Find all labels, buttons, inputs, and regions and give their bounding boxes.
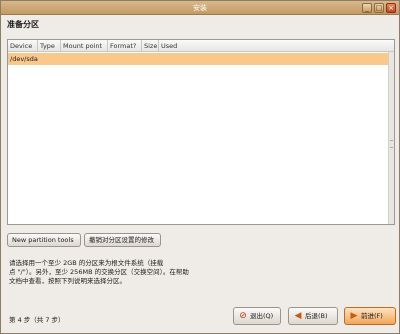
column-header-format[interactable]: Format? [108, 40, 142, 52]
maximize-button[interactable]: □ [374, 3, 384, 13]
arrow-right-icon: ▶ [350, 311, 358, 321]
arrow-left-icon: ◀ [294, 311, 302, 321]
stop-icon: ⊘ [239, 311, 247, 321]
device-cell: /dev/sda [10, 55, 38, 63]
help-line: 请选择用一个至少 2GB 的分区来为根文件系统（挂载 [9, 259, 164, 267]
minimize-button[interactable]: _ [362, 3, 372, 13]
title-bar[interactable]: 安装 _ □ × [1, 1, 399, 15]
window-controls: _ □ × [362, 3, 396, 13]
column-header-mount-point[interactable]: Mount point [61, 40, 108, 52]
forward-label: 前进(F) [361, 312, 383, 320]
table-header: Device Type Mount point Format? Size Use… [8, 40, 394, 52]
help-line: 文档中查看，按照下列说明来选择分区。 [9, 277, 126, 285]
partition-table: Device Type Mount point Format? Size Use… [7, 39, 395, 225]
back-label: 后退(B) [305, 312, 328, 320]
vertical-scrollbar[interactable] [388, 52, 394, 224]
column-header-device[interactable]: Device [8, 40, 38, 52]
column-header-used[interactable]: Used [159, 40, 179, 52]
page-title: 准备分区 [7, 20, 39, 29]
column-header-type[interactable]: Type [38, 40, 61, 52]
back-button[interactable]: ◀ 后退(B) [288, 307, 338, 325]
installer-window: 安装 _ □ × 准备分区 Device Type Mount point Fo… [0, 0, 400, 334]
new-partition-tools-button[interactable]: New partition tools [7, 233, 81, 247]
window-title: 安装 [193, 4, 207, 12]
close-button[interactable]: × [386, 3, 396, 13]
table-row[interactable]: /dev/sda [8, 53, 388, 65]
column-header-size[interactable]: Size [142, 40, 159, 52]
help-line: 点 "/"）。另外，至少 256MB 的交换分区（交换空间）。在帮助 [9, 268, 189, 276]
step-indicator: 第 4 步（共 7 步） [9, 316, 65, 324]
forward-button[interactable]: ▶ 前进(F) [344, 307, 396, 325]
help-text: 请选择用一个至少 2GB 的分区来为根文件系统（挂载 点 "/"）。另外，至少 … [9, 259, 329, 286]
quit-label: 退出(Q) [250, 312, 274, 320]
quit-button[interactable]: ⊘ 退出(Q) [233, 307, 281, 325]
undo-changes-button[interactable]: 撤销对分区设置的修改 [84, 233, 161, 247]
scrollbar-grip[interactable] [390, 140, 393, 148]
